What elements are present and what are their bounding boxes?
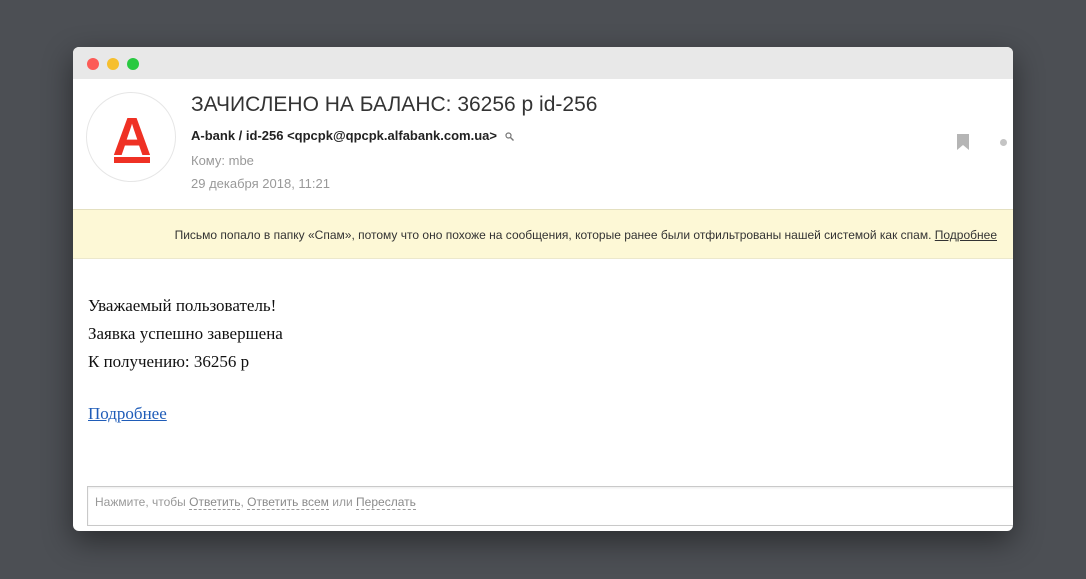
- email-sender[interactable]: A-bank / id-256 <qpcpk@qpcpk.alfabank.co…: [191, 128, 514, 144]
- email-date: 29 декабря 2018, 11:21: [191, 176, 330, 191]
- spam-more-link[interactable]: Подробнее: [935, 228, 997, 242]
- reply-all-link[interactable]: Ответить всем: [247, 495, 329, 510]
- bookmark-icon[interactable]: [957, 134, 969, 155]
- maximize-window-button[interactable]: [127, 58, 139, 70]
- search-sender-icon[interactable]: [505, 129, 514, 144]
- reply-prompt: Нажмите, чтобы: [95, 495, 186, 509]
- sender-address[interactable]: A-bank / id-256 <qpcpk@qpcpk.alfabank.co…: [191, 128, 497, 143]
- email-recipient: Кому: mbe: [191, 153, 254, 168]
- reply-link[interactable]: Ответить: [189, 495, 241, 510]
- reply-separator: ,: [240, 495, 244, 509]
- more-options-icon[interactable]: [1000, 139, 1007, 146]
- email-subject: ЗАЧИСЛЕНО НА БАЛАНС: 36256 р id-256: [191, 93, 598, 116]
- close-window-button[interactable]: [87, 58, 99, 70]
- reply-or: или: [332, 495, 353, 509]
- amount-line: К получению: 36256 р: [88, 352, 250, 371]
- email-header: А ЗАЧИСЛЕНО НА БАЛАНС: 36256 р id-256 A-…: [73, 79, 1013, 209]
- mail-window: А ЗАЧИСЛЕНО НА БАЛАНС: 36256 р id-256 A-…: [73, 47, 1013, 531]
- details-link[interactable]: Подробнее: [88, 404, 167, 424]
- email-body: Уважаемый пользователь! Заявка успешно з…: [88, 292, 283, 376]
- spam-notice: Письмо попало в папку «Спам», потому что…: [73, 209, 1013, 259]
- forward-link[interactable]: Переслать: [356, 495, 416, 510]
- greeting-line: Уважаемый пользователь!: [88, 296, 277, 315]
- minimize-window-button[interactable]: [107, 58, 119, 70]
- status-line: Заявка успешно завершена: [88, 324, 283, 343]
- sender-avatar[interactable]: А: [86, 92, 176, 182]
- quick-reply-box[interactable]: Нажмите, чтобы Ответить, Ответить всем и…: [87, 486, 1013, 526]
- title-bar: [73, 47, 1013, 79]
- alfa-logo-icon: А: [113, 107, 152, 167]
- spam-notice-text: Письмо попало в папку «Спам», потому что…: [174, 228, 932, 242]
